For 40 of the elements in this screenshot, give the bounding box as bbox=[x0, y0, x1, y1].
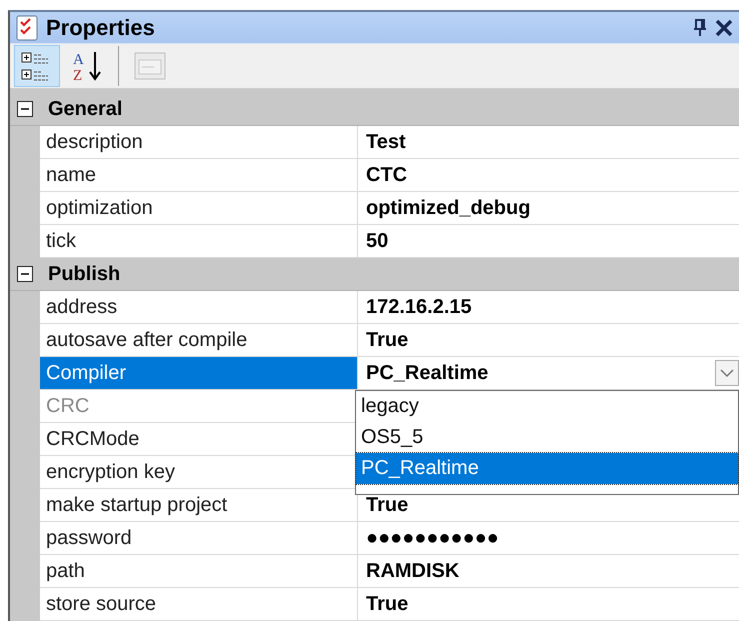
category-label: Publish bbox=[48, 262, 120, 286]
window-title: Properties bbox=[46, 14, 156, 41]
property-name[interactable]: address bbox=[40, 291, 358, 323]
dropdown-option[interactable]: OS5_5 bbox=[356, 422, 738, 453]
property-name[interactable]: password bbox=[40, 522, 358, 554]
dropdown-option[interactable]: PC_Realtime bbox=[356, 453, 738, 484]
property-name[interactable]: store source bbox=[40, 588, 358, 620]
dropdown-button[interactable] bbox=[715, 360, 739, 386]
dropdown-option[interactable]: legacy bbox=[356, 391, 738, 422]
property-value: 172.16.2.15 bbox=[366, 296, 472, 318]
pin-icon[interactable] bbox=[693, 18, 707, 37]
property-value: Test bbox=[366, 130, 406, 154]
property-value: 50 bbox=[366, 230, 388, 252]
property-name[interactable]: optimization bbox=[40, 192, 358, 224]
property-name[interactable]: CRCMode bbox=[40, 423, 358, 455]
property-name[interactable]: description bbox=[40, 126, 358, 158]
property-name[interactable]: Compiler bbox=[40, 357, 358, 389]
property-name[interactable]: make startup project bbox=[40, 489, 358, 521]
property-value: ●●●●●●●●●●● bbox=[366, 526, 499, 550]
property-name[interactable]: autosave after compile bbox=[40, 324, 358, 356]
collapse-icon[interactable] bbox=[17, 266, 33, 282]
property-pages-icon bbox=[134, 50, 166, 82]
property-value: PC_Realtime bbox=[366, 362, 488, 384]
property-value: optimized_debug bbox=[366, 196, 530, 220]
property-name[interactable]: encryption key bbox=[40, 456, 358, 488]
property-name[interactable]: path bbox=[40, 555, 358, 587]
checklist-icon bbox=[16, 14, 38, 41]
property-value: True bbox=[366, 592, 408, 616]
categorized-button[interactable] bbox=[14, 45, 60, 88]
property-name[interactable]: tick bbox=[40, 225, 358, 257]
collapse-icon[interactable] bbox=[17, 101, 33, 117]
property-value: RAMDISK bbox=[366, 560, 460, 582]
property-value: CTC bbox=[366, 164, 408, 186]
property-value: True bbox=[366, 328, 408, 352]
close-icon[interactable] bbox=[715, 18, 733, 37]
category-label: General bbox=[48, 98, 122, 120]
alphabetical-button[interactable]: A Z bbox=[64, 45, 110, 88]
property-value: True bbox=[366, 494, 408, 516]
caret-icon bbox=[720, 368, 734, 378]
property-name[interactable]: name bbox=[40, 159, 358, 191]
